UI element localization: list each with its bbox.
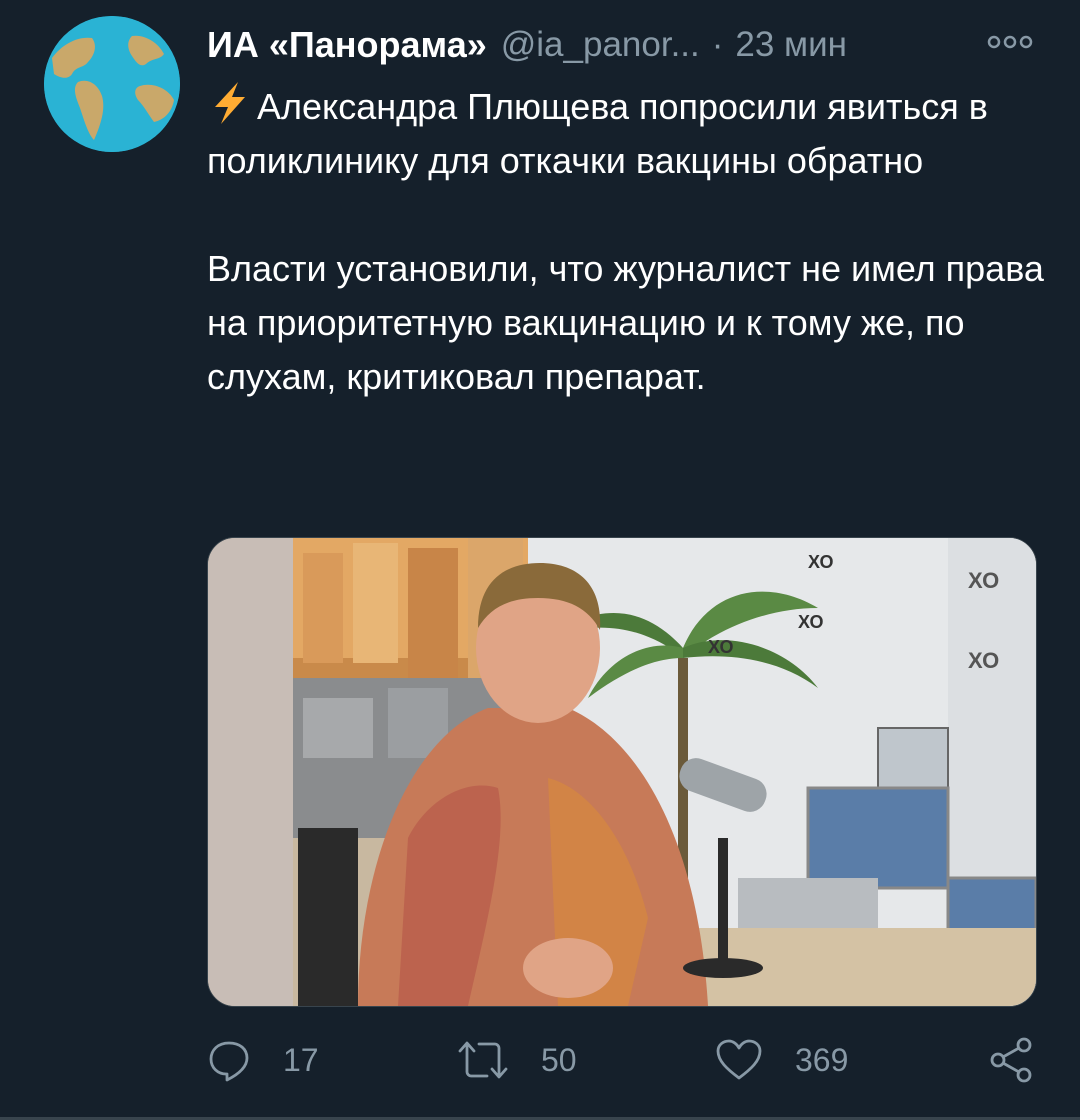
share-icon — [990, 1037, 1032, 1083]
reply-button[interactable]: 17 — [207, 1030, 319, 1090]
tweet-text: Александра Плющева попросили явиться в п… — [207, 80, 1047, 404]
media-logo-1: ХО — [808, 552, 834, 572]
media-logo-3: ХО — [708, 637, 734, 657]
heart-icon — [716, 1039, 762, 1080]
separator-dot: · — [711, 25, 724, 64]
tweet-photo[interactable]: ХО ХО ХО ХО ХО — [207, 537, 1037, 1007]
retweet-button[interactable]: 50 — [457, 1030, 577, 1090]
share-button[interactable] — [987, 1030, 1035, 1090]
media-logo-4: ХО — [968, 568, 999, 593]
lightning-bolt-icon — [215, 82, 245, 124]
like-count: 369 — [795, 1041, 849, 1078]
tweet-paragraph-1-text: Александра Плющева попросили явиться в п… — [207, 86, 988, 181]
media-logo-5: ХО — [968, 648, 999, 673]
tweet[interactable]: ИА «Панорама» @ia_panor... · 23 мин Алек… — [0, 0, 1080, 1120]
tweet-timestamp[interactable]: 23 мин — [735, 25, 847, 65]
globe-icon — [44, 16, 180, 152]
tweet-header: ИА «Панорама» @ia_panor... · 23 мин — [207, 20, 847, 70]
retweet-count: 50 — [541, 1041, 577, 1078]
like-button[interactable]: 369 — [715, 1030, 848, 1090]
author-handle[interactable]: @ia_panor... — [501, 25, 700, 65]
reply-count: 17 — [283, 1041, 319, 1078]
author-display-name[interactable]: ИА «Панорама» — [207, 24, 487, 66]
tweet-paragraph-1: Александра Плющева попросили явиться в п… — [207, 80, 1047, 188]
media-logo-2: ХО — [798, 612, 824, 632]
retweet-icon — [458, 1041, 508, 1079]
more-options-icon[interactable] — [986, 32, 1034, 52]
tweet-actions: 17 50 369 — [207, 1030, 1047, 1090]
author-avatar[interactable] — [44, 16, 180, 152]
tweet-paragraph-2: Власти установили, что журналист не имел… — [207, 248, 1044, 397]
reply-icon — [209, 1041, 249, 1082]
photo-scene: ХО ХО ХО ХО ХО — [208, 538, 1036, 1006]
